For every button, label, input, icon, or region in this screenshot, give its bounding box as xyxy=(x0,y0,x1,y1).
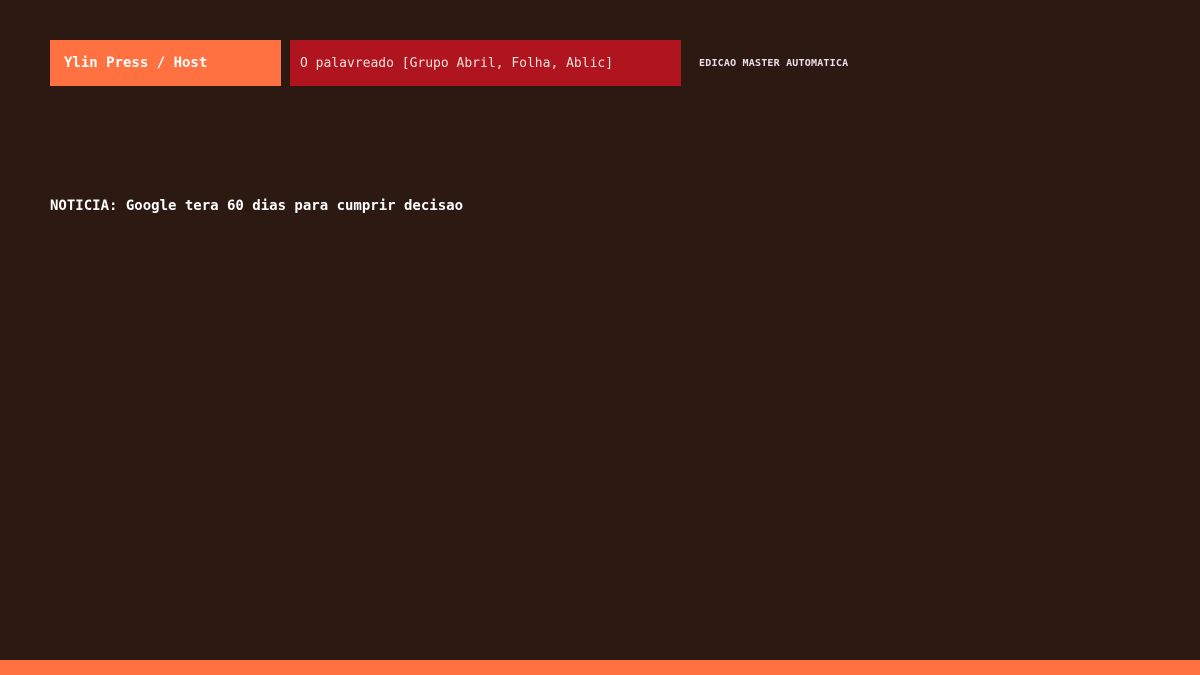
news-headline: NOTICIA: Google tera 60 dias para cumpri… xyxy=(50,198,464,214)
source-tab-label: O palavreado [Grupo Abril, Folha, Ablic] xyxy=(300,55,614,71)
top-bar: Ylin Press / Host O palavreado [Grupo Ab… xyxy=(50,40,848,86)
host-tab[interactable]: Ylin Press / Host xyxy=(50,40,281,86)
source-tab[interactable]: O palavreado [Grupo Abril, Folha, Ablic] xyxy=(290,40,681,86)
host-tab-label: Ylin Press / Host xyxy=(64,55,208,71)
edition-label: EDICAO MASTER AUTOMATICA xyxy=(699,57,849,69)
bottom-accent-bar xyxy=(0,660,1200,675)
